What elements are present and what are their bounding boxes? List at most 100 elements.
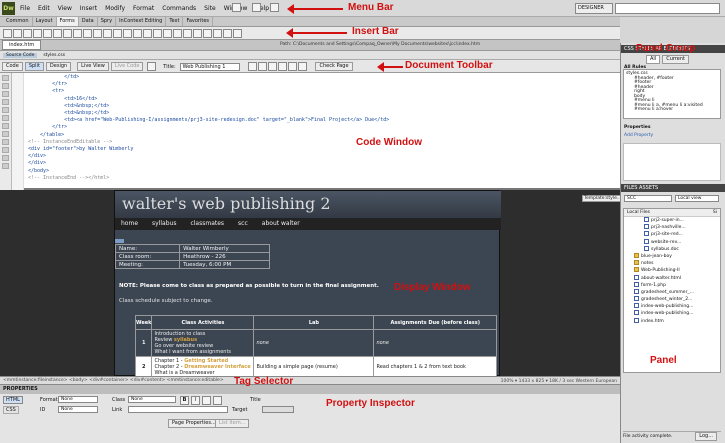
html-mode-button[interactable]: HTML <box>3 396 23 404</box>
insert-object-icon[interactable] <box>103 29 112 38</box>
coding-tool-icon[interactable] <box>2 147 9 153</box>
local-files-column[interactable]: Local Files <box>627 210 650 215</box>
coding-tool-icon[interactable] <box>2 107 9 113</box>
code-line[interactable]: <td>16</td> <box>28 96 389 103</box>
coding-tool-icon[interactable] <box>2 163 9 169</box>
tab-forms[interactable]: Forms <box>56 17 79 26</box>
code-line[interactable]: <td><a href="Web-Publishing-I/assignment… <box>28 117 389 124</box>
code-line[interactable]: <!-- InstanceEnd --></html> <box>28 175 389 182</box>
search-input[interactable] <box>615 3 720 14</box>
tab-text[interactable]: Text <box>166 17 184 26</box>
tab-index-htm[interactable]: index.htm <box>2 40 42 50</box>
code-text[interactable]: </td> </tr> <tr> <td>16</td> <td>&nbsp;<… <box>28 74 389 182</box>
file-row[interactable]: website-rev... <box>624 238 720 246</box>
files-header[interactable]: FILES ASSETS <box>621 184 725 192</box>
size-column[interactable]: Si <box>713 209 717 217</box>
insert-object-icon[interactable] <box>43 29 52 38</box>
coding-tool-icon[interactable] <box>2 115 9 121</box>
menu-item-format[interactable]: Format <box>133 5 154 12</box>
split-view-button[interactable]: Split <box>24 62 44 71</box>
code-line[interactable]: <td>&nbsp;</td> <box>28 110 389 117</box>
file-row[interactable]: notes <box>624 260 720 267</box>
nav-link-classmates[interactable]: classmates <box>190 218 224 230</box>
bold-button[interactable]: B <box>180 396 190 405</box>
all-mode-button[interactable]: All <box>646 55 661 64</box>
tab-favorites[interactable]: Favorites <box>183 17 214 26</box>
insert-object-icon[interactable] <box>203 29 212 38</box>
code-line[interactable]: <td>&nbsp;</td> <box>28 103 389 110</box>
code-line[interactable]: </table> <box>28 132 389 139</box>
insert-object-icon[interactable] <box>23 29 32 38</box>
workspace-switcher[interactable]: DESIGNER <box>575 3 613 14</box>
file-row[interactable]: prj2-super-in... <box>624 217 720 224</box>
italic-button[interactable]: I <box>191 396 201 405</box>
file-row[interactable]: index-web-publishing... <box>624 310 720 317</box>
insert-object-icon[interactable] <box>143 29 152 38</box>
insert-object-icon[interactable] <box>193 29 202 38</box>
tab-common[interactable]: Common <box>3 17 33 26</box>
code-line[interactable]: <!-- InstanceEndEditable --> <box>28 139 389 146</box>
nav-link-about-walter[interactable]: about walter <box>262 218 300 230</box>
menu-item-site[interactable]: Site <box>204 5 216 12</box>
coding-tool-icon[interactable] <box>2 123 9 129</box>
id-select[interactable]: None <box>58 406 98 413</box>
add-property-link[interactable]: Add Property <box>624 133 653 138</box>
tab-spry[interactable]: Spry <box>98 17 117 26</box>
menu-item-modify[interactable]: Modify <box>105 5 125 12</box>
file-row[interactable]: index-web-publishing... <box>624 303 720 310</box>
file-row[interactable]: syllabus.doc <box>624 245 720 253</box>
class-select[interactable]: None <box>128 396 176 403</box>
source-code-tab[interactable]: Source Code <box>3 53 38 58</box>
file-row[interactable]: about-walter.html <box>624 274 720 282</box>
code-line[interactable]: </td> <box>28 74 389 81</box>
view-options-icon[interactable] <box>277 62 287 71</box>
insert-object-icon[interactable] <box>113 29 122 38</box>
code-view-button[interactable]: Code <box>2 62 23 71</box>
insert-object-icon[interactable] <box>123 29 132 38</box>
code-line[interactable]: </div> <box>28 160 389 167</box>
code-line[interactable]: </tr> <box>28 124 389 131</box>
title-input[interactable]: Web Publishing 1 <box>179 62 240 71</box>
tag-path[interactable]: <mmtinstance:fileinstance> <body> <div#c… <box>3 378 224 383</box>
insert-object-icon[interactable] <box>153 29 162 38</box>
gear-icon[interactable] <box>252 3 262 12</box>
insert-object-icon[interactable] <box>13 29 22 38</box>
code-line[interactable]: </tr> <box>28 81 389 88</box>
insert-object-icon[interactable] <box>73 29 82 38</box>
visual-aids-icon[interactable] <box>287 62 297 71</box>
file-management-icon[interactable] <box>247 62 257 71</box>
css-rules-list[interactable]: styles.css #header, #footer #footer #header… <box>623 69 721 119</box>
file-row[interactable]: gradesheet_summer_... <box>624 288 720 296</box>
nav-link-syllabus[interactable]: syllabus <box>152 218 176 230</box>
insert-object-icon[interactable] <box>173 29 182 38</box>
insert-object-icon[interactable] <box>53 29 62 38</box>
insert-object-icon[interactable] <box>223 29 232 38</box>
design-view-button[interactable]: Design <box>45 62 72 71</box>
menu-item-edit[interactable]: Edit <box>38 5 50 12</box>
file-row[interactable]: index.htm <box>624 317 720 325</box>
unordered-list-icon[interactable] <box>202 396 212 405</box>
preview-browser-icon[interactable] <box>257 62 267 71</box>
link-input[interactable] <box>128 406 228 413</box>
live-code-button[interactable]: Live Code <box>110 62 144 71</box>
tag-selector[interactable]: <mmtinstance:fileinstance> <body> <div#c… <box>0 376 620 385</box>
file-row[interactable]: prj3-nashville... <box>624 224 720 231</box>
code-line[interactable]: </div> <box>28 153 389 160</box>
live-view-button[interactable]: Live View <box>77 62 109 71</box>
file-row[interactable]: prj3-site-red... <box>624 231 720 238</box>
related-file-styles[interactable]: styles.css <box>43 53 65 58</box>
properties-header[interactable]: PROPERTIES <box>0 385 620 394</box>
css-rule[interactable]: #menu li a:hover <box>626 107 718 113</box>
validate-icon[interactable] <box>297 62 307 71</box>
insert-object-icon[interactable] <box>3 29 12 38</box>
coding-tool-icon[interactable] <box>2 75 9 81</box>
code-window[interactable]: </td> </tr> <tr> <td>16</td> <td>&nbsp;<… <box>0 73 620 190</box>
coding-tool-icon[interactable] <box>2 99 9 105</box>
css-mode-button[interactable]: CSS <box>3 406 19 414</box>
format-select[interactable]: None <box>58 396 98 403</box>
coding-tool-icon[interactable] <box>2 131 9 137</box>
file-row[interactable]: form-1.php <box>624 281 720 289</box>
tab-incontext-editing[interactable]: InContext Editing <box>116 17 167 26</box>
code-line[interactable]: <div id="footer">by Walter Wimberly <box>28 146 389 153</box>
page-properties-button[interactable]: Page Properties... <box>168 419 220 428</box>
